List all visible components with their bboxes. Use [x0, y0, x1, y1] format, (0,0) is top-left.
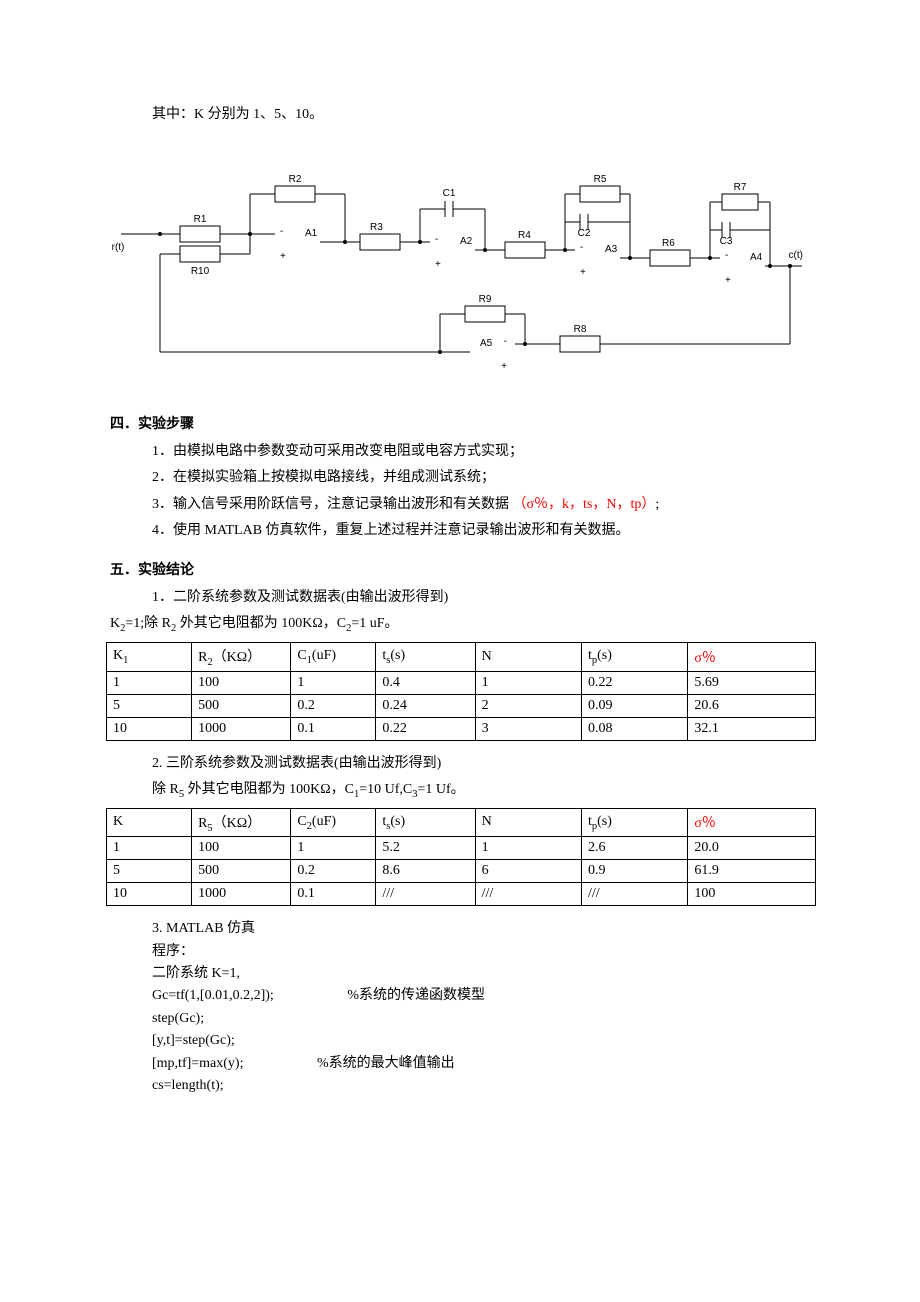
svg-text:+: + — [280, 251, 286, 262]
t2-h4: N — [475, 808, 581, 837]
section5-sub1-title: 1．二阶系统参数及测试数据表(由输出波形得到) — [110, 587, 810, 609]
svg-text:+: + — [580, 267, 586, 278]
r7-label: R7 — [734, 182, 747, 193]
code-line-3: step(Gc); — [152, 1008, 810, 1030]
t1-h5: tp(s) — [582, 642, 688, 671]
t1-h0: K1 — [107, 642, 192, 671]
section4-item3-note: （σ％，k，ts，N，tp） — [513, 497, 656, 512]
table-row: 1 100 1 0.4 1 0.22 5.69 — [107, 671, 816, 694]
t1-h1: R2（KΩ） — [192, 642, 291, 671]
r2-label: R2 — [289, 174, 302, 185]
t2-h3: ts(s) — [376, 808, 475, 837]
svg-text:-: - — [280, 226, 283, 237]
svg-text:-: - — [725, 250, 728, 261]
r3-label: R3 — [370, 222, 383, 233]
a4-label: A4 — [750, 252, 763, 263]
r6-label: R6 — [662, 238, 675, 249]
t1-h2: C1(uF) — [291, 642, 376, 671]
t1-h4: N — [475, 642, 581, 671]
table-row: 5 500 0.2 0.24 2 0.09 20.6 — [107, 694, 816, 717]
t2-h6: σ％ — [688, 808, 816, 837]
t1-h6: σ％ — [688, 642, 816, 671]
section4-title: 四．实验步骤 — [110, 414, 810, 436]
circuit-diagram: r(t) R1 R2 A1 - + R3 C1 A2 - + R4 C2 — [110, 154, 810, 384]
a3-label: A3 — [605, 244, 618, 255]
svg-text:-: - — [435, 234, 438, 245]
code-comment-2: %系统的传递函数模型 — [347, 985, 485, 1007]
intro-line: 其中：K 分别为 1、5、10。 — [110, 104, 810, 126]
a1-label: A1 — [305, 228, 318, 239]
r8-label: R8 — [574, 324, 587, 335]
t2-h5: tp(s) — [582, 808, 688, 837]
t1-h3: ts(s) — [376, 642, 475, 671]
code-comment-5: %系统的最大峰值输出 — [317, 1053, 455, 1075]
table-third-order: K R5（KΩ） C2(uF) ts(s) N tp(s) σ％ 1 100 1… — [106, 808, 816, 907]
section5-sub2-title: 2. 三阶系统参数及测试数据表(由输出波形得到) — [110, 753, 810, 775]
code-line-4: [y,t]=step(Gc); — [152, 1030, 810, 1052]
r4-label: R4 — [518, 230, 531, 241]
svg-text:+: + — [435, 259, 441, 270]
section5-sub1-caption: K2=1;除 R2 外其它电阻都为 100KΩ，C2=1 uF。 — [110, 613, 810, 638]
a5-label: A5 — [480, 338, 493, 349]
matlab-code-block: 3. MATLAB 仿真 程序： 二阶系统 K=1, Gc=tf(1,[0.01… — [110, 918, 810, 1097]
table-second-order: K1 R2（KΩ） C1(uF) ts(s) N tp(s) σ％ 1 100 … — [106, 642, 816, 741]
svg-text:-: - — [504, 336, 507, 347]
code-line-0: 程序： — [152, 941, 810, 963]
table-row: 5 500 0.2 8.6 6 0.9 61.9 — [107, 860, 816, 883]
input-label: r(t) — [112, 242, 125, 253]
code-line-5: [mp,tf]=max(y); %系统的最大峰值输出 — [152, 1053, 810, 1075]
table-row: 10 1000 0.1 /// /// /// 100 — [107, 883, 816, 906]
svg-text:+: + — [725, 275, 731, 286]
section5-sub3-title: 3. MATLAB 仿真 — [152, 918, 810, 940]
a2-label: A2 — [460, 236, 473, 247]
section4-item1: 1．由模拟电路中参数变动可采用改变电阻或电容方式实现； — [110, 441, 810, 463]
c1-label: C1 — [443, 188, 456, 199]
r10-label: R10 — [191, 266, 210, 277]
table-row: 1 100 1 5.2 1 2.6 20.0 — [107, 837, 816, 860]
t2-h1: R5（KΩ） — [192, 808, 291, 837]
r5-label: R5 — [594, 174, 607, 185]
svg-text:+: + — [501, 361, 507, 372]
section4-item2: 2．在模拟实验箱上按模拟电路接线，并组成测试系统； — [110, 467, 810, 489]
output-label: c(t) — [789, 250, 803, 261]
r1-label: R1 — [194, 214, 207, 225]
code-line-2: Gc=tf(1,[0.01,0.2,2]); %系统的传递函数模型 — [152, 985, 810, 1007]
t2-h2: C2(uF) — [291, 808, 376, 837]
code-line-6: cs=length(t); — [152, 1075, 810, 1097]
section4-item3: 3．输入信号采用阶跃信号，注意记录输出波形和有关数据 （σ％，k，ts，N，tp… — [110, 494, 810, 516]
code-line-1: 二阶系统 K=1, — [152, 963, 810, 985]
r9-label: R9 — [479, 294, 492, 305]
table-row: 10 1000 0.1 0.22 3 0.08 32.1 — [107, 717, 816, 740]
section4-item3-text: 3．输入信号采用阶跃信号，注意记录输出波形和有关数据 — [152, 497, 509, 512]
svg-text:-: - — [580, 242, 583, 253]
section5-sub2-caption: 除 R5 外其它电阻都为 100KΩ，C1=10 Uf,C3=1 Uf。 — [110, 779, 810, 804]
section4-item4: 4．使用 MATLAB 仿真软件，重复上述过程并注意记录输出波形和有关数据。 — [110, 520, 810, 542]
t2-h0: K — [107, 808, 192, 837]
section5-title: 五．实验结论 — [110, 560, 810, 582]
